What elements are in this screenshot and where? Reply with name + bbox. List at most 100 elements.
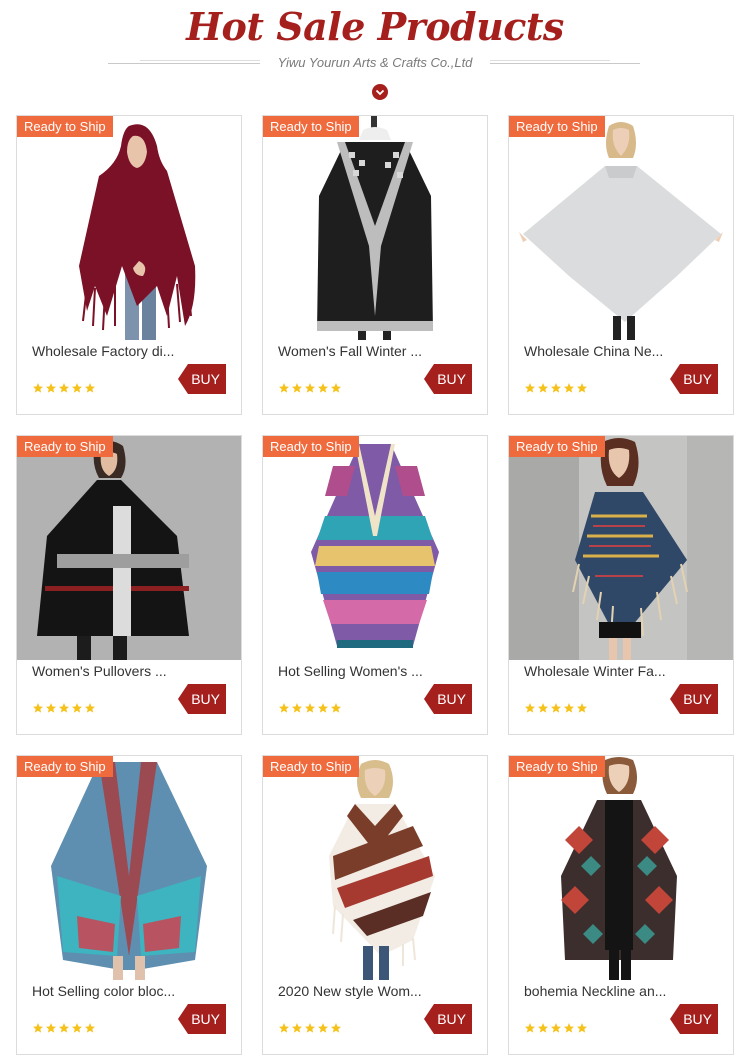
product-card[interactable]: Ready to Ship Wholesale Winter Fa... BUY (508, 435, 734, 735)
star-icon (72, 383, 82, 393)
product-image[interactable] (263, 756, 487, 980)
product-image[interactable] (17, 436, 241, 660)
star-icon (72, 703, 82, 713)
star-icon (318, 703, 328, 713)
product-name[interactable]: bohemia Neckline an... (524, 982, 724, 1000)
star-icon (292, 703, 302, 713)
star-icon (525, 703, 535, 713)
ready-to-ship-badge: Ready to Ship (509, 756, 605, 777)
product-image[interactable] (509, 116, 733, 340)
ready-to-ship-badge: Ready to Ship (263, 436, 359, 457)
star-icon (305, 383, 315, 393)
star-icon (33, 383, 43, 393)
product-image[interactable] (17, 756, 241, 980)
star-icon (85, 383, 95, 393)
product-card[interactable]: Ready to Ship Hot Selling Women's ... BU… (262, 435, 488, 735)
star-icon (551, 1023, 561, 1033)
rating-stars (524, 382, 588, 394)
star-icon (564, 703, 574, 713)
star-icon (46, 383, 56, 393)
rating-stars (524, 1022, 588, 1034)
star-icon (59, 1023, 69, 1033)
ready-to-ship-badge: Ready to Ship (17, 116, 113, 137)
buy-button[interactable]: BUY (178, 1004, 226, 1034)
star-icon (538, 383, 548, 393)
ready-to-ship-badge: Ready to Ship (509, 116, 605, 137)
product-image[interactable] (509, 756, 733, 980)
star-icon (318, 383, 328, 393)
star-icon (577, 1023, 587, 1033)
product-card[interactable]: Ready to Ship bohemia Neckline an... BUY (508, 755, 734, 1055)
star-icon (551, 383, 561, 393)
star-icon (279, 703, 289, 713)
star-icon (577, 703, 587, 713)
buy-button[interactable]: BUY (670, 364, 718, 394)
rating-stars (278, 1022, 342, 1034)
product-card[interactable]: Ready to Ship Women's Fall Winter ... BU… (262, 115, 488, 415)
subtitle-row: Yiwu Yourun Arts & Crafts Co.,Ltd (0, 52, 750, 74)
star-icon (331, 1023, 341, 1033)
ready-to-ship-badge: Ready to Ship (263, 756, 359, 777)
product-name[interactable]: 2020 New style Wom... (278, 982, 478, 1000)
star-icon (551, 703, 561, 713)
rating-stars (32, 1022, 96, 1034)
star-icon (564, 1023, 574, 1033)
product-card[interactable]: Ready to Ship Women's Pullovers ... BUY (16, 435, 242, 735)
rating-stars (32, 702, 96, 714)
star-icon (292, 1023, 302, 1033)
star-icon (305, 1023, 315, 1033)
rating-stars (524, 702, 588, 714)
product-image[interactable] (17, 116, 241, 340)
buy-button[interactable]: BUY (424, 364, 472, 394)
product-name[interactable]: Women's Pullovers ... (32, 662, 232, 680)
star-icon (525, 1023, 535, 1033)
divider-right (490, 63, 640, 64)
star-icon (279, 383, 289, 393)
ready-to-ship-badge: Ready to Ship (17, 756, 113, 777)
product-name[interactable]: Wholesale China Ne... (524, 342, 724, 360)
product-name[interactable]: Hot Selling Women's ... (278, 662, 478, 680)
rating-stars (32, 382, 96, 394)
star-icon (564, 383, 574, 393)
product-card[interactable]: Ready to Ship Wholesale China Ne... BUY (508, 115, 734, 415)
star-icon (46, 703, 56, 713)
ready-to-ship-badge: Ready to Ship (509, 436, 605, 457)
product-image[interactable] (263, 116, 487, 340)
star-icon (85, 703, 95, 713)
star-icon (33, 1023, 43, 1033)
product-card[interactable]: Ready to Ship Hot Selling color bloc... … (16, 755, 242, 1055)
buy-button[interactable]: BUY (424, 1004, 472, 1034)
star-icon (525, 383, 535, 393)
rating-stars (278, 382, 342, 394)
product-image[interactable] (509, 436, 733, 660)
buy-button[interactable]: BUY (670, 684, 718, 714)
star-icon (59, 703, 69, 713)
star-icon (538, 703, 548, 713)
star-icon (85, 1023, 95, 1033)
buy-button[interactable]: BUY (424, 684, 472, 714)
star-icon (538, 1023, 548, 1033)
product-name[interactable]: Wholesale Winter Fa... (524, 662, 724, 680)
star-icon (577, 383, 587, 393)
product-name[interactable]: Women's Fall Winter ... (278, 342, 478, 360)
scroll-down-button[interactable] (372, 84, 388, 100)
buy-button[interactable]: BUY (178, 684, 226, 714)
product-image[interactable] (263, 436, 487, 660)
divider-right-upper (490, 60, 610, 61)
chevron-down-icon (375, 89, 385, 95)
product-name[interactable]: Hot Selling color bloc... (32, 982, 232, 1000)
star-icon (46, 1023, 56, 1033)
ready-to-ship-badge: Ready to Ship (263, 116, 359, 137)
buy-button[interactable]: BUY (178, 364, 226, 394)
product-card[interactable]: Ready to Ship Wholesale Factory di... BU… (16, 115, 242, 415)
buy-button[interactable]: BUY (670, 1004, 718, 1034)
star-icon (279, 1023, 289, 1033)
section-title: Hot Sale Products (186, 4, 564, 49)
rating-stars (278, 702, 342, 714)
product-name[interactable]: Wholesale Factory di... (32, 342, 232, 360)
star-icon (33, 703, 43, 713)
product-card[interactable]: Ready to Ship 2020 New style Wom... BUY (262, 755, 488, 1055)
section-header: Hot Sale Products Yiwu Yourun Arts & Cra… (0, 0, 750, 110)
star-icon (331, 703, 341, 713)
star-icon (318, 1023, 328, 1033)
